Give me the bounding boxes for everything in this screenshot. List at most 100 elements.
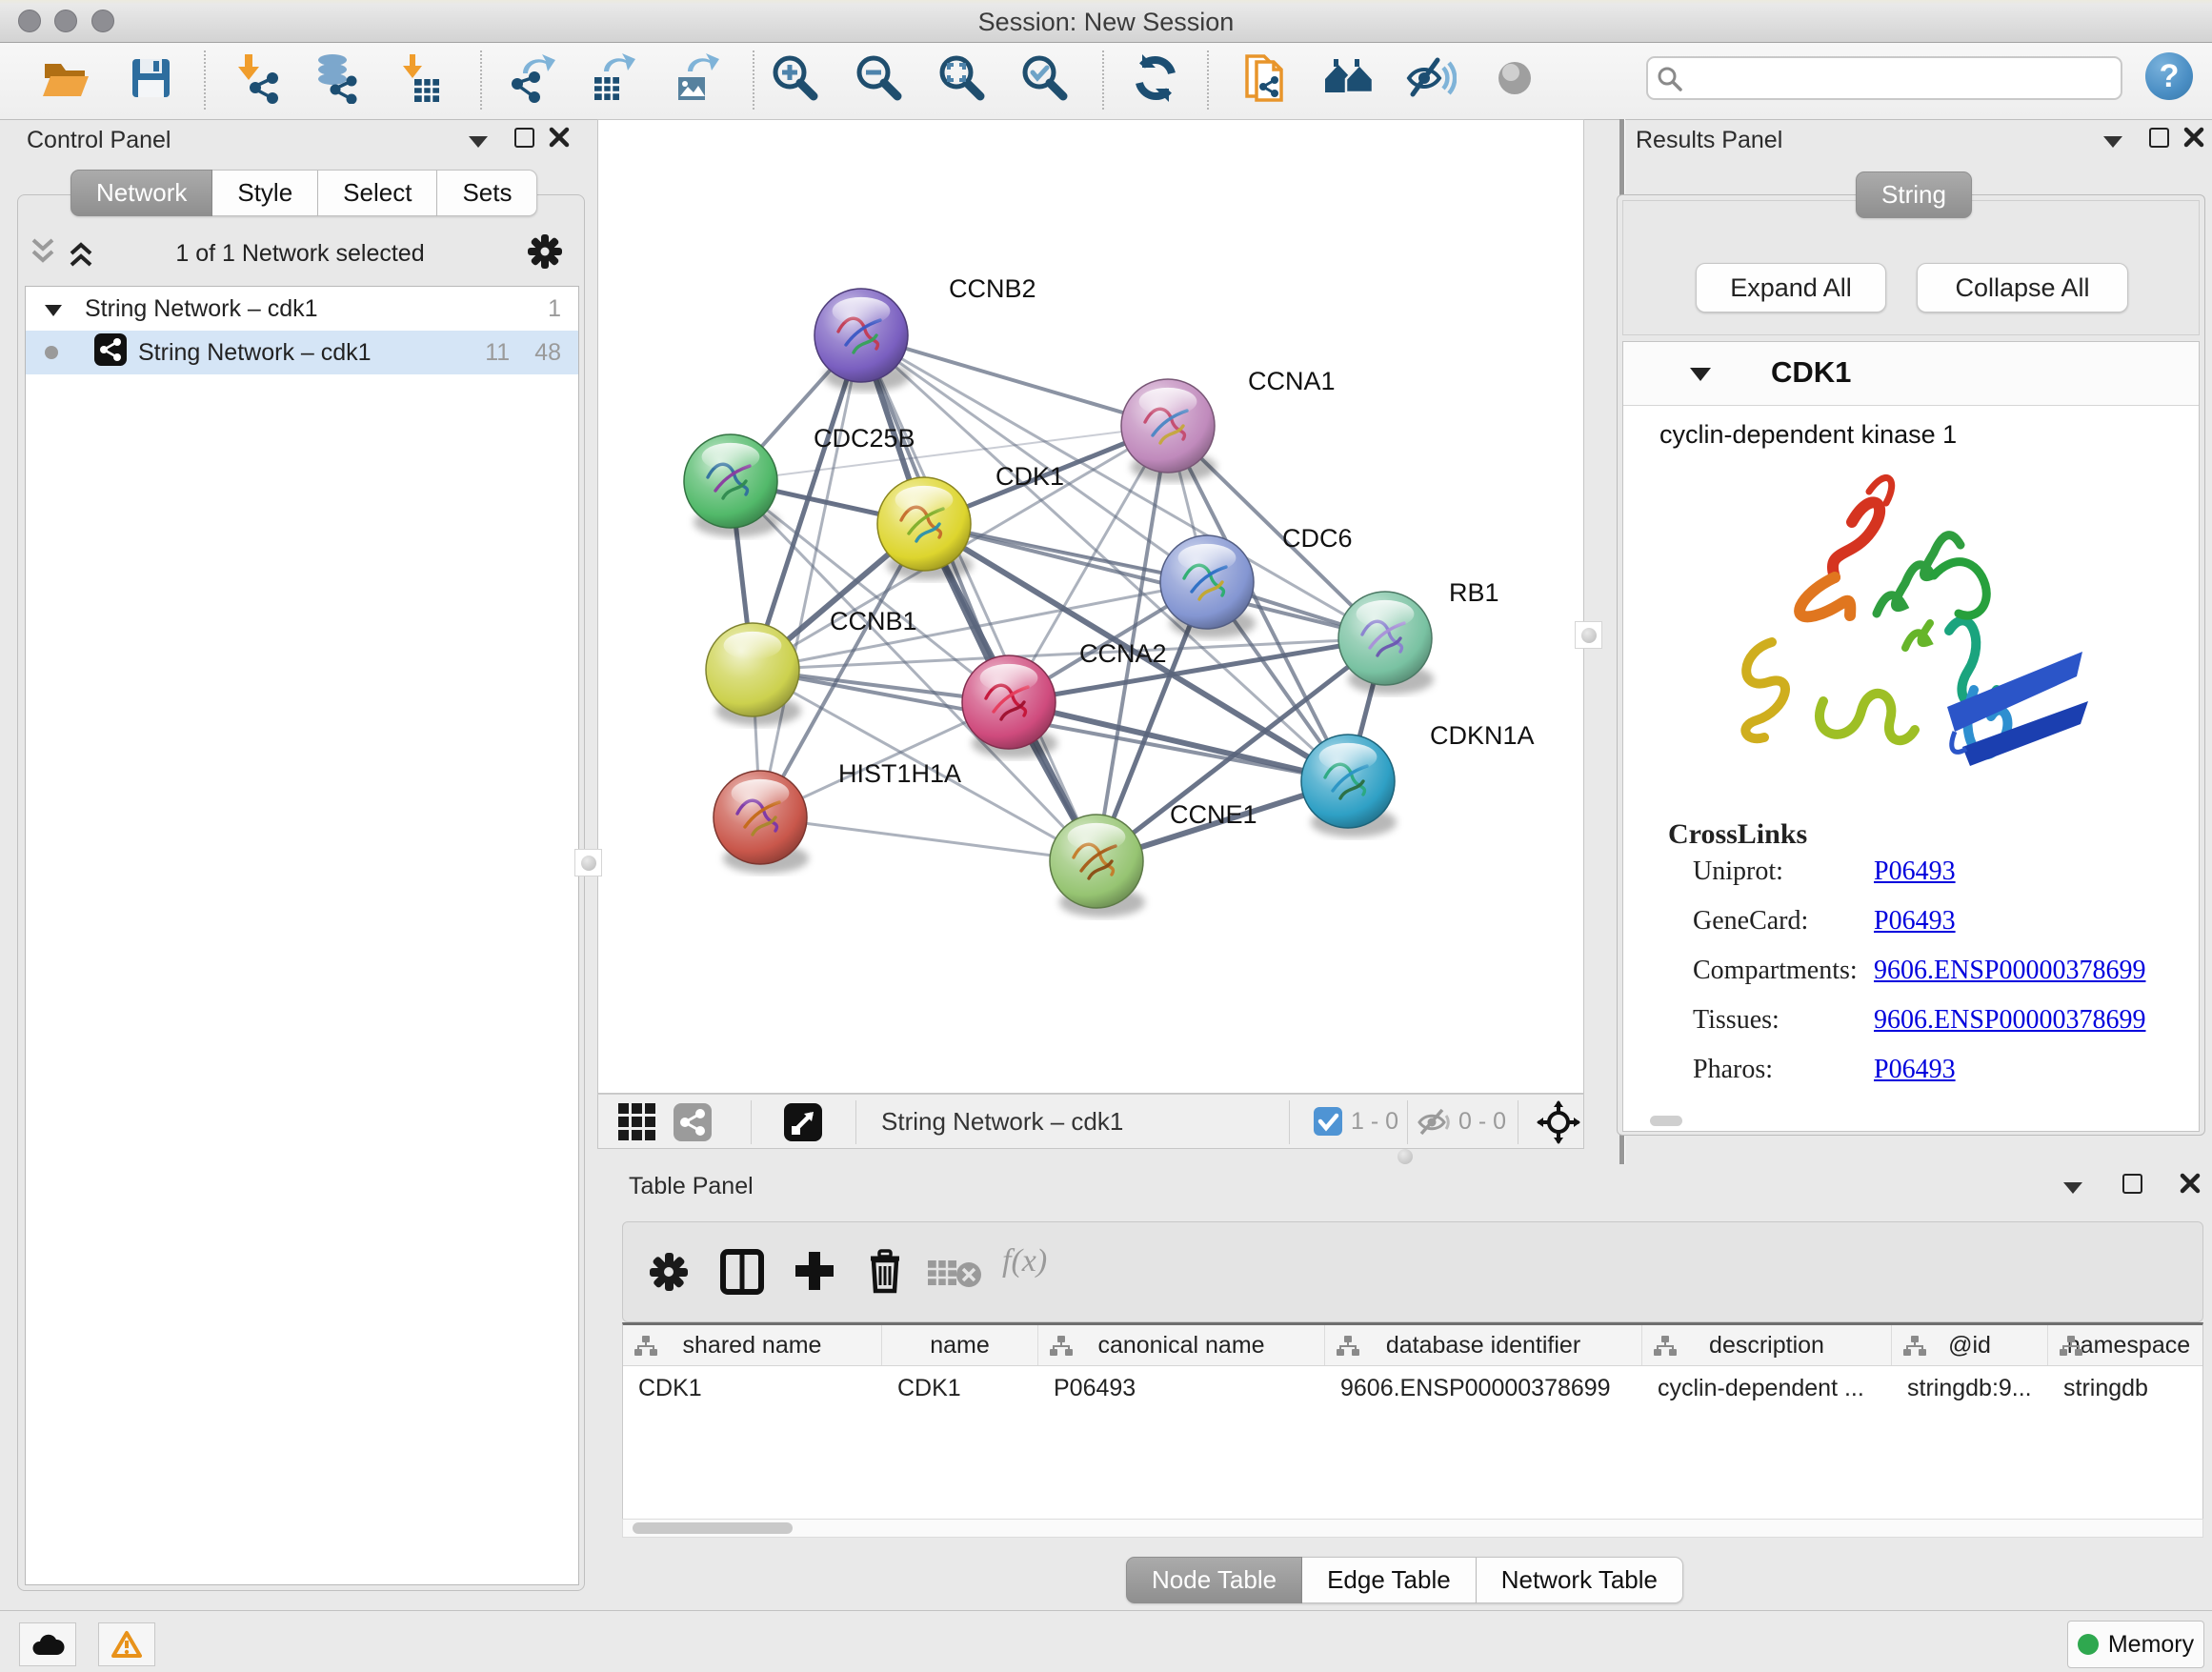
node-CCNB1[interactable] xyxy=(706,623,801,726)
collapse-all-networks-icon[interactable] xyxy=(29,236,57,273)
fit-selected-crosshair-icon[interactable] xyxy=(1537,1100,1580,1149)
tab-select[interactable]: Select xyxy=(318,170,437,216)
column-header-canonical-name[interactable]: canonical name xyxy=(1038,1325,1325,1365)
crosslink-link[interactable]: P06493 xyxy=(1874,1055,1956,1085)
network-collection-row[interactable]: String Network – cdk1 1 xyxy=(26,287,578,331)
column-header-namespace[interactable]: namespace xyxy=(2048,1325,2203,1365)
import-network-icon[interactable] xyxy=(231,52,283,104)
node-CDK1[interactable] xyxy=(877,477,973,580)
save-session-icon[interactable] xyxy=(125,52,176,104)
export-image-icon[interactable] xyxy=(671,52,722,104)
table-cell[interactable]: stringdb xyxy=(2048,1375,2203,1402)
warning-status-button[interactable] xyxy=(98,1622,155,1666)
table-row[interactable]: CDK1CDK1P064939606.ENSP00000378699cyclin… xyxy=(623,1366,2202,1410)
control-panel-float-icon[interactable] xyxy=(514,128,534,148)
results-scrollbar-thumb[interactable] xyxy=(1650,1116,1682,1126)
crosslink-link[interactable]: 9606.ENSP00000378699 xyxy=(1874,956,2145,986)
import-database-icon[interactable] xyxy=(310,52,361,104)
import-table-icon[interactable] xyxy=(393,52,445,104)
node-CDKN1A[interactable] xyxy=(1301,735,1397,837)
node-CDC6[interactable] xyxy=(1160,535,1256,638)
tab-node-table[interactable]: Node Table xyxy=(1126,1557,1302,1603)
export-table-icon[interactable] xyxy=(587,52,638,104)
refresh-view-icon[interactable] xyxy=(1130,52,1181,104)
node-CCNA2[interactable] xyxy=(962,655,1057,758)
cloud-status-button[interactable] xyxy=(19,1622,76,1666)
node-CCNB2[interactable] xyxy=(814,289,910,392)
table-panel-float-icon[interactable] xyxy=(2122,1174,2142,1194)
table-panel-close-icon[interactable] xyxy=(2180,1173,2201,1199)
tab-edge-table[interactable]: Edge Table xyxy=(1302,1557,1477,1603)
tab-network[interactable]: Network xyxy=(70,170,212,216)
zoom-in-icon[interactable] xyxy=(770,52,821,104)
node-RB1[interactable] xyxy=(1338,592,1434,695)
column-header-shared-name[interactable]: shared name xyxy=(623,1325,882,1365)
expand-collection-icon[interactable] xyxy=(45,295,62,323)
network-row[interactable]: String Network – cdk1 11 48 xyxy=(26,331,578,374)
grid-view-icon[interactable] xyxy=(618,1103,656,1146)
export-network-icon[interactable] xyxy=(508,52,559,104)
string-home-icon[interactable] xyxy=(1323,52,1375,104)
column-header-name[interactable]: name xyxy=(882,1325,1038,1365)
expand-all-button[interactable]: Expand All xyxy=(1696,263,1886,312)
table-options-gear-icon[interactable] xyxy=(648,1251,690,1298)
table-horizontal-scrollbar[interactable] xyxy=(622,1519,2203,1538)
column-header-database-identifier[interactable]: database identifier xyxy=(1325,1325,1642,1365)
edge-HIST1H1A-CCNB2[interactable] xyxy=(760,335,861,817)
table-cell[interactable]: CDK1 xyxy=(882,1375,1038,1402)
gene-collapse-icon[interactable] xyxy=(1690,368,1711,381)
results-panel-close-icon[interactable] xyxy=(2183,127,2204,152)
right-splitter-handle[interactable] xyxy=(1575,621,1602,649)
zoom-out-icon[interactable] xyxy=(854,52,905,104)
hidden-eye-icon[interactable] xyxy=(1417,1106,1453,1143)
birdseye-view-icon[interactable] xyxy=(784,1103,822,1146)
table-panel-collapse-icon[interactable] xyxy=(2063,1182,2082,1194)
table-cell[interactable]: P06493 xyxy=(1038,1375,1325,1402)
edge-CCNA2-CDKN1A[interactable] xyxy=(1009,702,1348,781)
control-panel-collapse-icon[interactable] xyxy=(469,136,488,148)
gene-card-header[interactable]: CDK1 xyxy=(1623,342,2199,406)
control-panel-close-icon[interactable] xyxy=(549,127,570,152)
table-cell[interactable]: 9606.ENSP00000378699 xyxy=(1325,1375,1642,1402)
selected-checkbox-icon[interactable] xyxy=(1314,1107,1342,1140)
edge-HIST1H1A-CCNE1[interactable] xyxy=(760,817,1096,861)
function-builder-button[interactable]: f(x) xyxy=(1002,1243,1047,1279)
node-CDC25B[interactable] xyxy=(684,434,779,537)
crosslink-link[interactable]: 9606.ENSP00000378699 xyxy=(1874,1005,2145,1036)
table-cell[interactable]: cyclin-dependent ... xyxy=(1642,1375,1892,1402)
create-column-icon[interactable] xyxy=(793,1249,836,1298)
crosslink-link[interactable]: P06493 xyxy=(1874,856,1956,887)
node-HIST1H1A[interactable] xyxy=(714,771,809,874)
open-session-icon[interactable] xyxy=(39,52,90,104)
zoom-fit-icon[interactable] xyxy=(936,52,988,104)
tab-style[interactable]: Style xyxy=(212,170,318,216)
node-CCNE1[interactable] xyxy=(1050,815,1145,917)
collapse-all-button[interactable]: Collapse All xyxy=(1917,263,2128,312)
network-share-view-icon[interactable] xyxy=(674,1103,712,1146)
table-cell[interactable]: stringdb:9... xyxy=(1892,1375,2048,1402)
network-view-canvas[interactable]: CCNB2CCNA1CDC25BCDK1CDC6RB1CCNB1CCNA2CDK… xyxy=(597,119,1584,1094)
results-panel-float-icon[interactable] xyxy=(2149,128,2169,148)
left-splitter-handle[interactable] xyxy=(574,849,602,876)
tab-network-table[interactable]: Network Table xyxy=(1477,1557,1683,1603)
crosslink-link[interactable]: P06493 xyxy=(1874,906,1956,937)
string-network-graph[interactable]: CCNB2CCNA1CDC25BCDK1CDC6RB1CCNB1CCNA2CDK… xyxy=(598,120,1583,1093)
scrollbar-thumb[interactable] xyxy=(633,1522,793,1534)
expand-all-networks-icon[interactable] xyxy=(67,236,95,273)
tab-sets[interactable]: Sets xyxy=(437,170,537,216)
column-header--id[interactable]: @id xyxy=(1892,1325,2048,1365)
table-cell[interactable]: CDK1 xyxy=(623,1375,882,1402)
tab-string[interactable]: String xyxy=(1856,171,1972,218)
results-panel-collapse-icon[interactable] xyxy=(2103,136,2122,148)
delete-column-icon[interactable] xyxy=(863,1247,907,1299)
help-icon[interactable]: ? xyxy=(2145,52,2193,100)
delete-table-icon[interactable] xyxy=(928,1259,983,1296)
search-input[interactable] xyxy=(1646,56,2122,100)
memory-button[interactable]: Memory xyxy=(2067,1621,2204,1668)
column-header-description[interactable]: description xyxy=(1642,1325,1892,1365)
show-columns-icon[interactable] xyxy=(720,1249,764,1299)
open-network-document-icon[interactable] xyxy=(1239,52,1291,104)
enhanced-labels-icon[interactable] xyxy=(1405,52,1457,104)
node-CCNA1[interactable] xyxy=(1121,379,1217,482)
zoom-selected-icon[interactable] xyxy=(1019,52,1071,104)
